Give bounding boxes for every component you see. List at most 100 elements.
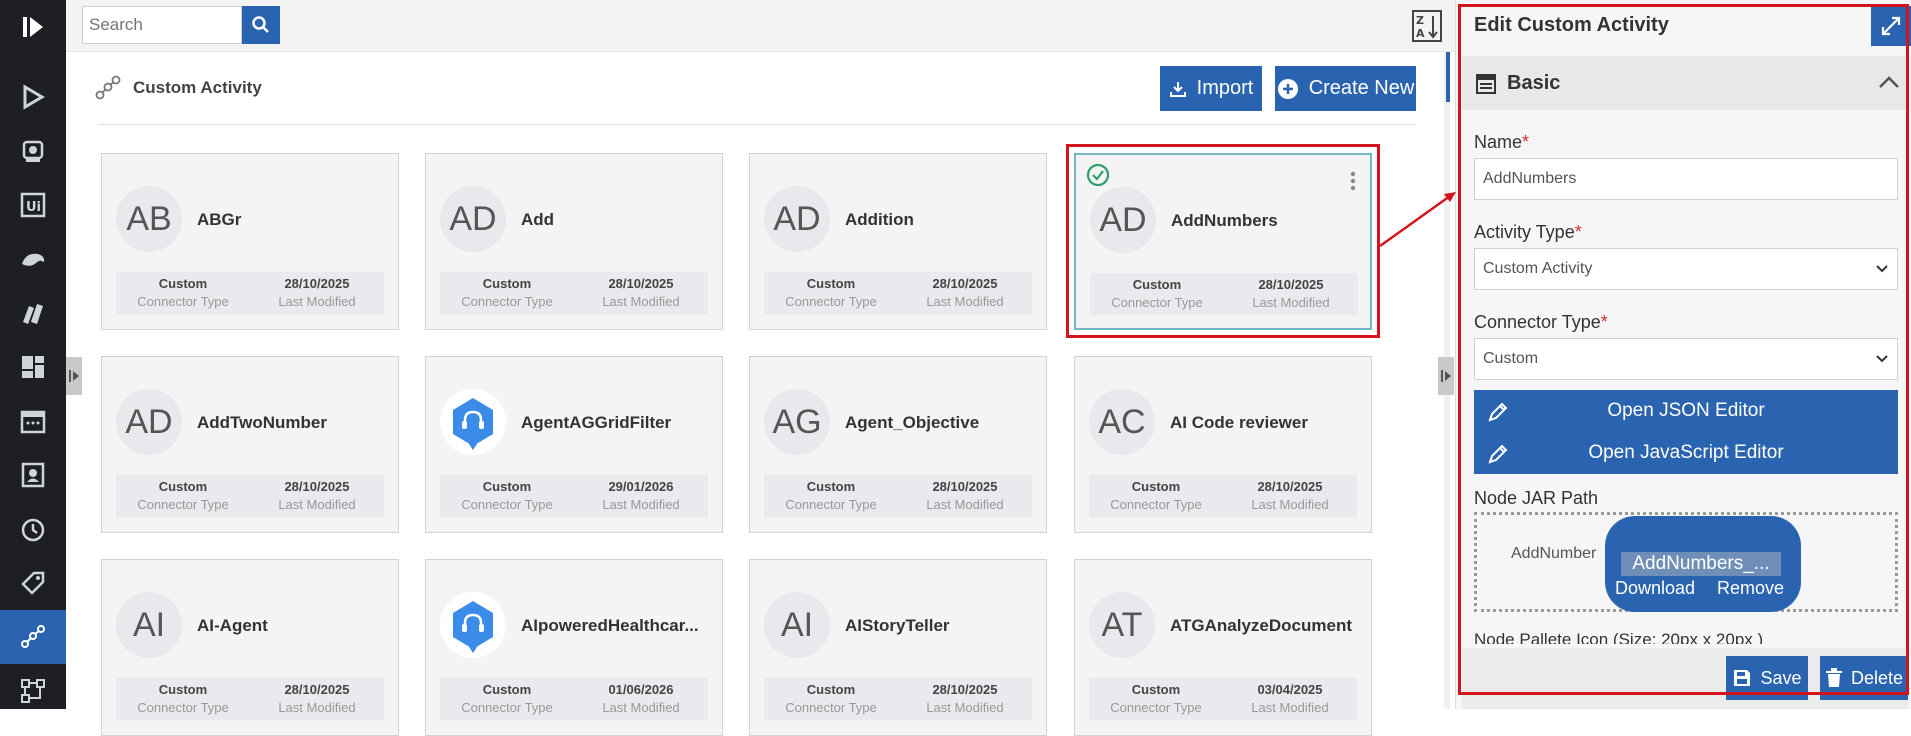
activity-card[interactable]: AT ATGAnalyzeDocument Custom Connector Type… [1074, 559, 1372, 736]
last-modified-label: Last Modified [926, 497, 1004, 512]
avatar: AC [1089, 389, 1155, 455]
card-meta: Custom Connector Type 28/10/2025 Last Modif… [764, 272, 1032, 314]
import-button[interactable]: Import [1160, 66, 1262, 111]
nav-dashboard-icon[interactable] [0, 340, 66, 394]
card-meta: Custom Connector Type 28/10/2025 Last Modif… [1089, 475, 1357, 517]
activity-card[interactable]: AIpoweredHealthcar... Custom Connector Typ… [425, 559, 723, 736]
connector-type: Custom Connector Type [440, 479, 574, 512]
connector-type-label: Connector Type [785, 497, 877, 512]
connector-type-value: Custom [1131, 682, 1181, 697]
card-title: ATGAnalyzeDocument [1170, 616, 1352, 635]
connector-type-value: Custom [158, 276, 208, 291]
connector-type: Custom Connector Type [440, 682, 574, 715]
left-nav: Ui [0, 0, 66, 709]
panel-toggle-icon [69, 370, 79, 382]
activity-card[interactable]: AI AIStoryTeller Custom Connector Type 28/10… [749, 559, 1047, 736]
card-meta: Custom Connector Type 28/10/2025 Last Modif… [440, 272, 708, 314]
nav-custom-activity-icon[interactable] [0, 610, 66, 664]
last-modified: 28/10/2025 Last Modified [898, 682, 1032, 715]
connector-type-value: Custom [482, 479, 532, 494]
page-title: Custom Activity [133, 78, 262, 97]
connector-type-label: Connector Type [785, 700, 877, 715]
connector-type-label: Connector Type [137, 497, 229, 512]
app-logo-icon[interactable] [0, 0, 66, 54]
nav-chameleon-icon[interactable] [0, 232, 66, 286]
connector-type-label: Connector Type [461, 700, 553, 715]
connector-type-label: Connector Type [785, 294, 877, 309]
card-title: AIpoweredHealthcar... [521, 616, 699, 635]
svg-text:Z: Z [1416, 14, 1424, 27]
panel-toggle-icon [1441, 370, 1451, 382]
avatar: AI [764, 592, 830, 658]
nav-alarm-icon[interactable] [0, 502, 66, 556]
connector-type-label: Connector Type [137, 700, 229, 715]
connector-type-value: Custom [806, 479, 856, 494]
nav-play-icon[interactable] [0, 70, 66, 124]
last-modified-label: Last Modified [1251, 497, 1329, 512]
collapse-left-button[interactable] [66, 357, 82, 395]
nav-tag-icon[interactable] [0, 556, 66, 610]
search-icon [252, 16, 269, 33]
create-new-label: Create New [1308, 77, 1415, 99]
connector-type: Custom Connector Type [440, 276, 574, 309]
last-modified-label: Last Modified [1251, 700, 1329, 715]
connector-type-value: Custom [1131, 479, 1181, 494]
connector-type-value: Custom [806, 682, 856, 697]
highlight-box-card [1066, 144, 1380, 338]
activity-card[interactable]: AI AI-Agent Custom Connector Type 28/10/2025… [101, 559, 399, 736]
last-modified-label: Last Modified [602, 294, 680, 309]
avatar [440, 592, 506, 658]
sort-az-icon[interactable]: ZA [1412, 10, 1442, 42]
last-modified-value: 28/10/2025 [284, 682, 350, 697]
connector-type: Custom Connector Type [764, 276, 898, 309]
nav-contact-icon[interactable] [0, 448, 66, 502]
last-modified: 29/01/2026 Last Modified [574, 479, 708, 512]
last-modified: 28/10/2025 Last Modified [250, 479, 384, 512]
avatar: AD [116, 389, 182, 455]
activity-card[interactable]: AD Add Custom Connector Type 28/10/2025 Last … [425, 153, 723, 330]
last-modified-value: 28/10/2025 [284, 479, 350, 494]
last-modified: 03/04/2025 Last Modified [1223, 682, 1357, 715]
last-modified-value: 01/06/2026 [608, 682, 674, 697]
connector-type-label: Connector Type [461, 294, 553, 309]
last-modified: 28/10/2025 Last Modified [898, 479, 1032, 512]
card-title: AI Code reviewer [1170, 413, 1308, 432]
create-new-button[interactable]: Create New [1275, 66, 1416, 111]
search-input[interactable] [82, 6, 242, 44]
collapse-right-button[interactable] [1438, 357, 1454, 395]
card-meta: Custom Connector Type 28/10/2025 Last Modif… [764, 475, 1032, 517]
nav-robot-icon[interactable] [0, 124, 66, 178]
activity-card[interactable]: AgentAGGridFilter Custom Connector Type 29/… [425, 356, 723, 533]
last-modified: 28/10/2025 Last Modified [898, 276, 1032, 309]
last-modified-value: 03/04/2025 [1257, 682, 1323, 697]
headset-icon [453, 601, 493, 653]
card-title: Addition [845, 210, 914, 229]
last-modified: 01/06/2026 Last Modified [574, 682, 708, 715]
activity-card[interactable]: AC AI Code reviewer Custom Connector Type 28… [1074, 356, 1372, 533]
activity-card[interactable]: AD AddTwoNumber Custom Connector Type 28/10/… [101, 356, 399, 533]
connector-type-label: Connector Type [461, 497, 553, 512]
card-meta: Custom Connector Type 28/10/2025 Last Modif… [116, 475, 384, 517]
connector-type-label: Connector Type [1110, 497, 1202, 512]
top-bar: ZA [66, 0, 1460, 52]
nav-books-icon[interactable] [0, 286, 66, 340]
connector-type-label: Connector Type [137, 294, 229, 309]
avatar: AD [440, 186, 506, 252]
nav-calendar-icon[interactable] [0, 394, 66, 448]
last-modified-value: 28/10/2025 [932, 682, 998, 697]
nav-ui-icon[interactable]: Ui [0, 178, 66, 232]
card-title: AddTwoNumber [197, 413, 328, 432]
connector-type: Custom Connector Type [764, 479, 898, 512]
activity-card[interactable]: AD Addition Custom Connector Type 28/10/2025… [749, 153, 1047, 330]
card-title: AIStoryTeller [845, 616, 950, 635]
search-button[interactable] [242, 6, 280, 44]
activity-card[interactable]: AB ABGr Custom Connector Type 28/10/2025 Last… [101, 153, 399, 330]
nav-flow-icon[interactable] [0, 664, 66, 718]
plus-circle-icon [1277, 78, 1298, 99]
last-modified-value: 29/01/2026 [608, 479, 674, 494]
avatar: AG [764, 389, 830, 455]
card-meta: Custom Connector Type 28/10/2025 Last Modif… [116, 678, 384, 720]
annotation-arrow [1379, 192, 1456, 248]
activity-card[interactable]: AG Agent_Objective Custom Connector Type 28/… [749, 356, 1047, 533]
scrollbar-thumb[interactable] [1446, 52, 1450, 102]
